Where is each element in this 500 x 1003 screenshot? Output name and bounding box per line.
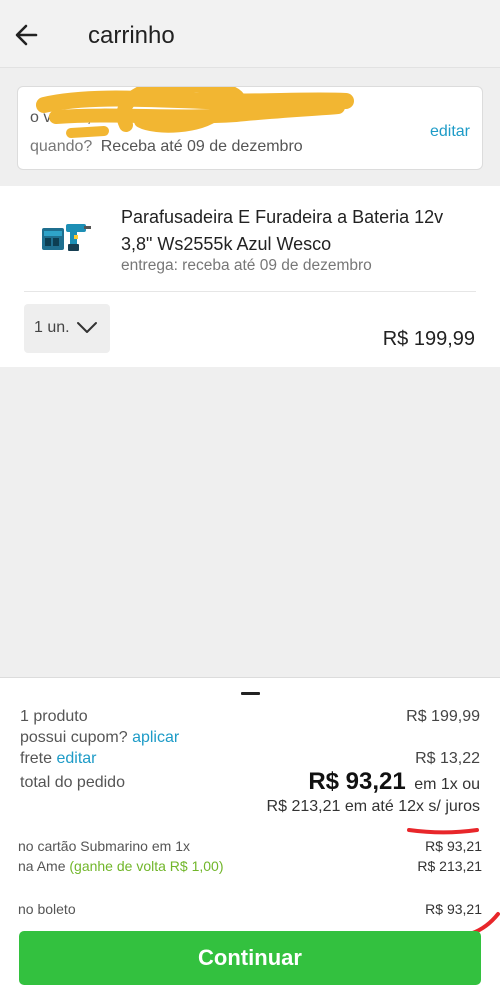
when-text: Receba até 09 de dezembro [100,138,303,155]
product-name[interactable]: Parafusadeira E Furadeira a Bateria 12v … [121,204,451,258]
products-count: 1 produto [20,708,88,725]
top-bar: carrinho [0,0,500,68]
quantity-select[interactable]: 1 un. [24,304,110,353]
order-summary-sheet: 1 produto R$ 199,99 possui cupom? aplica… [0,677,500,1003]
edit-address-link[interactable]: editar [430,123,470,141]
quantity-value: 1 un. [34,319,70,336]
total-label: total do pedido [20,774,125,791]
installments-text: R$ 213,21 em até 12x s/ juros [266,798,480,815]
back-button[interactable] [10,18,44,52]
sheet-handle[interactable] [241,692,260,695]
total-amount: R$ 93,21 em 1x ou [308,768,480,796]
card-label: no cartão Submarino em 1x [18,838,190,854]
product-delivery: entrega: receba até 09 de dezembro [121,257,372,274]
ame-amount: R$ 213,21 [417,858,482,874]
chevron-down-icon [77,322,97,333]
shipping-label: frete [20,750,53,767]
arrow-left-icon [15,24,38,46]
total-suffix: em 1x ou [414,776,480,793]
ame-bonus: (ganhe de volta R$ 1,00) [69,858,224,874]
shipping-amount: R$ 13,22 [415,750,480,767]
cart-item: Parafusadeira E Furadeira a Bateria 12v … [0,186,500,367]
products-amount: R$ 199,99 [406,708,480,725]
ame-row: na Ame (ganhe de volta R$ 1,00) [18,858,223,874]
apply-coupon-link[interactable]: aplicar [132,729,179,746]
shipping-row: frete editar [20,750,97,768]
divider [24,291,476,292]
red-underline-annotation [407,828,479,835]
edit-shipping-link[interactable]: editar [56,750,96,767]
redaction-scribble [36,87,354,138]
page-title: carrinho [88,22,175,49]
delivery-estimate: quando? Receba até 09 de dezembro [30,138,303,156]
card-amount: R$ 93,21 [425,838,482,854]
ame-label: na Ame [18,858,66,874]
boleto-label: no boleto [18,901,76,917]
item-price: R$ 199,99 [382,328,475,350]
total-big: R$ 93,21 [308,768,406,795]
address-card: o ve ne , 17 quando? Receba até 09 de de… [17,86,483,170]
when-label: quando? [30,138,93,155]
coupon-row: possui cupom? aplicar [20,729,179,747]
continue-button[interactable]: Continuar [19,931,481,985]
coupon-label: possui cupom? [20,729,128,746]
product-image [42,224,91,251]
